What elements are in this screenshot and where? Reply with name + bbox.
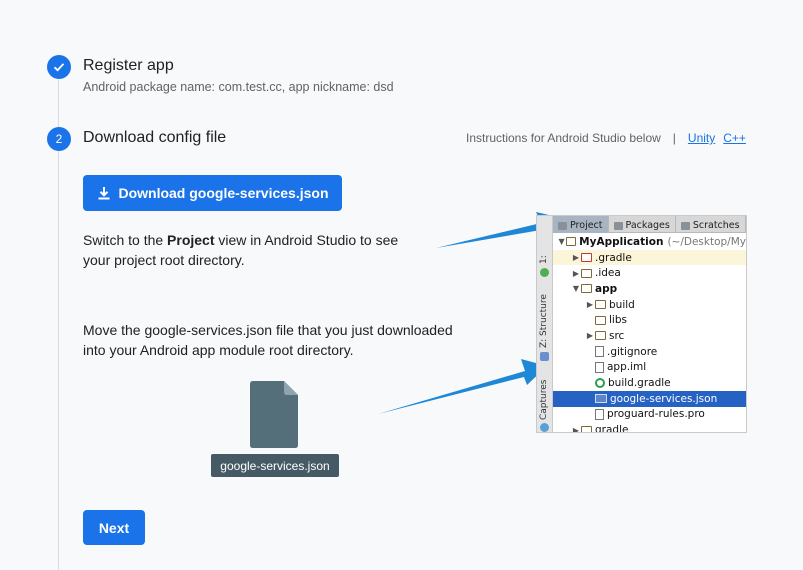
gradle-icon (595, 378, 605, 389)
step-2-number: 2 (47, 127, 71, 151)
unity-link[interactable]: Unity (688, 131, 715, 145)
tree-row[interactable]: ▶ src (553, 328, 746, 344)
tree-row[interactable]: ▶ .idea (553, 265, 746, 281)
instructions-text: Instructions for Android Studio below (466, 131, 661, 145)
tab-packages-label: Packages (625, 220, 670, 231)
tree-item-label: gradle (595, 424, 629, 433)
android-studio-project-panel: 1: Z: Structure Captures Project Package… (536, 215, 747, 433)
structure-icon (540, 352, 549, 361)
tree-item-label: google-services.json (610, 392, 718, 405)
collapsed-arrow-icon[interactable]: ▶ (585, 300, 595, 309)
step-1-title: Register app (83, 57, 174, 74)
tab-packages[interactable]: Packages (609, 216, 676, 233)
tree-row[interactable]: .gitignore (553, 344, 746, 360)
captures-icon (540, 423, 549, 432)
tab-project-label: Project (570, 220, 603, 231)
step-1-complete-icon (47, 55, 71, 79)
collapsed-arrow-icon[interactable]: ▶ (571, 426, 581, 432)
next-button-label: Next (98, 519, 130, 536)
tree-item-label: proguard-rules.pro (607, 408, 705, 421)
folder-icon (581, 268, 592, 278)
tab-scratches-label: Scratches (692, 220, 740, 231)
tree-row[interactable]: ▶ .gradle (553, 249, 746, 266)
separator: | (672, 131, 676, 145)
tree-row[interactable]: google-services.json (553, 390, 746, 407)
collapsed-arrow-icon[interactable]: ▶ (571, 253, 581, 262)
instruction-switch-project: Switch to the Project view in Android St… (83, 230, 423, 270)
side-tab-captures: Captures (539, 379, 549, 420)
file-icon (595, 408, 604, 420)
arrow-to-json-file (378, 359, 547, 414)
side-tab-structure: Z: Structure (539, 294, 549, 348)
project-icon (558, 221, 567, 230)
packages-icon (613, 221, 623, 230)
folder-red-icon (581, 253, 592, 263)
tree-item-label: libs (609, 314, 627, 327)
scratches-icon (680, 221, 690, 230)
folder-icon (595, 331, 606, 341)
file-icon (595, 346, 604, 358)
tree-row[interactable]: ▼ app (553, 281, 746, 297)
tree-item-label: app (595, 282, 618, 295)
tree-row[interactable]: proguard-rules.pro (553, 407, 746, 423)
expanded-arrow-icon[interactable]: ▼ (571, 284, 581, 293)
tree-item-label: build.gradle (608, 377, 671, 390)
tree-item-path: (~/Desktop/My (667, 235, 746, 248)
cpp-link[interactable]: C++ (723, 131, 746, 145)
collapsed-arrow-icon[interactable]: ▶ (585, 331, 595, 340)
tree-item-label: .gradle (595, 251, 632, 264)
config-file-graphic: google-services.json (211, 381, 339, 477)
project-tree: ▼ MyApplication (~/Desktop/My ▶ .gradle ▶ .ide… (553, 234, 746, 433)
platform-instructions: Instructions for Android Studio below | … (466, 131, 746, 145)
file-label: google-services.json (211, 454, 339, 477)
step-1-subtitle: Android package name: com.test.cc, app n… (83, 80, 394, 94)
file-icon (595, 361, 604, 373)
download-icon (98, 187, 110, 200)
download-button-label: Download google-services.json (118, 185, 329, 201)
step-connector-line (58, 80, 59, 570)
tree-item-label: app.iml (607, 361, 647, 374)
tree-row[interactable]: ▼ MyApplication (~/Desktop/My (553, 234, 746, 250)
tree-item-label: .idea (595, 267, 621, 280)
tree-item-label: .gitignore (607, 345, 658, 358)
checkmark-icon (53, 63, 65, 72)
paragraph1-before: Switch to the (83, 232, 168, 248)
tree-item-label: MyApplication (579, 235, 664, 248)
tree-item-label: src (609, 329, 625, 342)
paragraph1-bold: Project (167, 232, 215, 248)
tree-row[interactable]: build.gradle (553, 375, 746, 391)
module-icon (566, 237, 577, 247)
project-view-tabs: Project Packages Scratches (553, 216, 746, 233)
module-folder-icon (581, 284, 592, 294)
next-button[interactable]: Next (83, 510, 145, 545)
tree-row[interactable]: app.iml (553, 360, 746, 376)
collapsed-arrow-icon[interactable]: ▶ (571, 269, 581, 278)
tree-row[interactable]: ▶ build (553, 297, 746, 313)
tree-item-label: build (609, 298, 635, 311)
tree-row[interactable]: ▶ gradle (553, 422, 746, 433)
file-icon (250, 381, 298, 448)
instruction-move-file: Move the google-services.json file that … (83, 322, 453, 358)
folder-icon (581, 425, 592, 432)
step-2-title: Download config file (83, 129, 227, 146)
json-icon (595, 394, 607, 404)
expanded-arrow-icon[interactable]: ▼ (557, 237, 566, 246)
tool-window-sidebar: 1: Z: Structure Captures (537, 216, 553, 432)
tab-scratches[interactable]: Scratches (676, 216, 746, 233)
side-tab-project: 1: (539, 255, 549, 264)
folder-icon (595, 300, 606, 310)
tab-project[interactable]: Project (553, 216, 609, 233)
folder-icon (595, 315, 606, 325)
download-config-button[interactable]: Download google-services.json (83, 175, 342, 211)
android-icon (540, 268, 549, 277)
tree-row[interactable]: libs (553, 312, 746, 328)
